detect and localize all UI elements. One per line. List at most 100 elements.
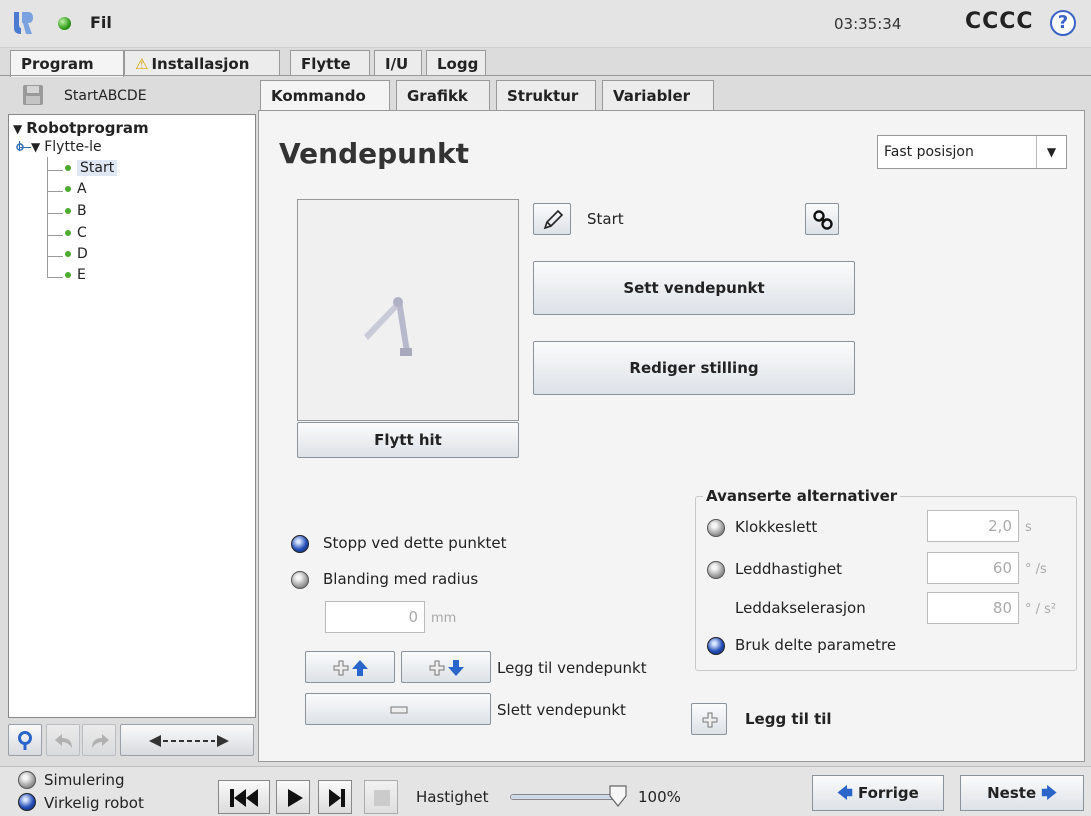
joint-speed-unit: ° /s <box>1025 562 1047 577</box>
stop-icon <box>374 790 390 806</box>
tree-connector <box>47 256 63 257</box>
next-button[interactable]: Neste 🡆 <box>960 775 1084 811</box>
chevron-down-icon: ▼ <box>1036 136 1066 168</box>
edit-name-button[interactable] <box>533 203 571 235</box>
main-tabs: Program ⚠ Installasjon Flytte I/U Logg <box>0 50 1091 77</box>
ur-logo-icon <box>14 12 33 34</box>
move-here-button[interactable]: Flytt hit <box>297 422 519 458</box>
save-program-icon[interactable] <box>22 84 44 106</box>
waypoint-name: Start <box>587 210 624 228</box>
waypoint-dot-icon <box>65 230 71 236</box>
joint-accel-label: Leddakselerasjon <box>735 599 866 617</box>
step-button[interactable] <box>318 780 352 814</box>
warning-icon: ⚠ <box>135 55 149 73</box>
blend-radius-radio[interactable] <box>291 571 309 589</box>
delete-waypoint-button[interactable] <box>305 693 491 725</box>
delete-waypoint-label: Slett vendepunkt <box>497 701 626 719</box>
redo-button[interactable] <box>82 724 116 756</box>
tree-node-waypoint[interactable]: B <box>65 203 87 219</box>
simulation-label: Simulering <box>44 771 125 789</box>
stop-button[interactable] <box>364 780 398 814</box>
shared-parameters-label: Bruk delte parametre <box>735 636 897 654</box>
tree-connector <box>47 213 63 214</box>
tab-structure[interactable]: Struktur <box>496 80 596 110</box>
link-waypoint-button[interactable] <box>805 203 839 235</box>
blend-radius-field[interactable]: 0 <box>325 601 425 633</box>
previous-button[interactable]: 🡄 Forrige <box>812 775 944 811</box>
tab-move[interactable]: Flytte <box>290 50 370 76</box>
simulation-radio[interactable] <box>18 771 36 789</box>
tree-node-waypoint[interactable]: Start <box>65 160 118 176</box>
speed-slider[interactable] <box>510 794 618 800</box>
tab-graphics[interactable]: Grafikk <box>396 80 490 110</box>
tab-log[interactable]: Logg <box>426 50 486 76</box>
speed-label: Hastighet <box>416 788 489 806</box>
position-type-value: Fast posisjon <box>884 144 974 160</box>
tree-connector <box>47 277 63 278</box>
joint-speed-field[interactable]: 60 <box>927 552 1019 584</box>
tab-variables[interactable]: Variabler <box>602 80 714 110</box>
blend-radius-label: Blanding med radius <box>323 570 479 588</box>
pencil-icon <box>543 209 564 230</box>
blend-radius-unit: mm <box>431 611 457 626</box>
skip-to-start-button[interactable] <box>218 780 270 814</box>
time-radio[interactable] <box>707 519 725 537</box>
program-panel: StartABCDE ▼ Robotprogram ▼ Flytte-le Star… <box>8 80 256 764</box>
robot-status-icon <box>58 17 71 30</box>
tree-node-waypoint[interactable]: A <box>65 181 87 197</box>
joint-speed-radio[interactable] <box>707 561 725 579</box>
tree-node-waypoint[interactable]: C <box>65 225 87 241</box>
link-icon <box>813 210 833 230</box>
waypoint-dot-icon <box>65 208 71 214</box>
real-robot-radio[interactable] <box>18 793 36 811</box>
tree-connector <box>47 235 63 236</box>
add-waypoint-after-button[interactable] <box>401 651 491 683</box>
add-before-icon <box>333 660 368 676</box>
tab-installation[interactable]: ⚠ Installasjon <box>124 50 280 76</box>
edit-pose-button[interactable]: Rediger stilling <box>533 341 855 395</box>
add-waypoint-label: Legg til vendepunkt <box>497 659 647 677</box>
program-tree[interactable]: ▼ Robotprogram ▼ Flytte-le Start A B C D E <box>8 114 256 718</box>
undo-button[interactable] <box>46 724 80 756</box>
stop-at-point-radio[interactable] <box>291 535 309 553</box>
joint-speed-label: Leddhastighet <box>735 560 843 578</box>
play-button[interactable] <box>276 780 310 814</box>
shared-parameters-radio[interactable] <box>707 637 725 655</box>
expand-triangle-icon: ▼ <box>13 122 23 136</box>
step-forward-icon <box>329 789 345 807</box>
search-button[interactable] <box>8 724 42 756</box>
tree-node-waypoint[interactable]: D <box>65 246 88 262</box>
tab-io[interactable]: I/U <box>374 50 422 76</box>
program-name: StartABCDE <box>64 88 147 104</box>
time-field[interactable]: 2,0 <box>927 510 1019 542</box>
help-icon[interactable]: ? <box>1050 10 1076 36</box>
position-type-select[interactable]: Fast posisjon ▼ <box>877 135 1067 169</box>
page-title: Vendepunkt <box>279 137 470 170</box>
tab-program[interactable]: Program <box>10 50 124 77</box>
arrow-left-icon: 🡄 <box>837 784 853 802</box>
tree-connector <box>47 191 63 192</box>
robot-pose-preview <box>297 199 519 421</box>
add-until-button[interactable] <box>691 703 727 735</box>
joint-accel-unit: ° / s² <box>1025 602 1057 617</box>
tab-command[interactable]: Kommando <box>260 80 390 111</box>
play-icon <box>288 789 303 807</box>
minus-icon <box>390 706 408 714</box>
plus-icon <box>702 712 718 728</box>
joint-accel-field[interactable]: 80 <box>927 592 1019 624</box>
resize-panel-button[interactable] <box>120 724 254 756</box>
bottom-bar: Simulering Virkelig robot Hastighet 100%… <box>0 766 1091 816</box>
top-bar: Fil 03:35:34 CCCC ? <box>0 0 1091 48</box>
file-menu[interactable]: Fil <box>90 13 112 32</box>
time-unit: s <box>1025 520 1032 535</box>
tree-node-move[interactable]: ▼ Flytte-le <box>31 139 102 155</box>
advanced-options-title: Avanserte alternativer <box>703 487 901 505</box>
time-label: Klokkeslett <box>735 518 818 536</box>
tree-node-waypoint[interactable]: E <box>65 267 86 283</box>
add-waypoint-before-button[interactable] <box>305 651 395 683</box>
redo-icon <box>92 734 109 748</box>
speed-slider-handle[interactable] <box>608 784 628 808</box>
tree-node-robot-program[interactable]: ▼ Robotprogram <box>13 119 149 137</box>
skip-back-icon <box>230 789 258 807</box>
set-waypoint-button[interactable]: Sett vendepunkt <box>533 261 855 315</box>
